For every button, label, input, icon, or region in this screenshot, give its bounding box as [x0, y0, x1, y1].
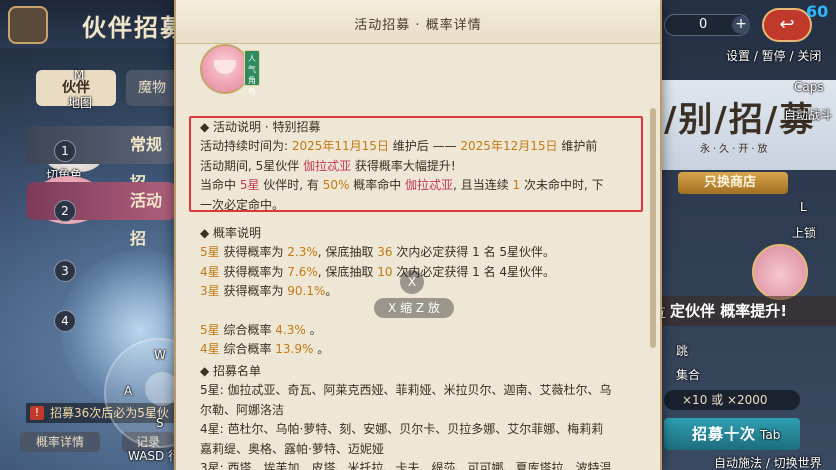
roster-line: 3星: 西塔、埃芙加、皮塔、米托拉、卡夫、缇莎、可可娜、夏库塔拉、波特温 — [200, 461, 612, 470]
text: 获得概率大幅提升! — [351, 158, 456, 173]
rate-detail-button[interactable]: 概率详情 — [20, 432, 100, 452]
list-number: 1 — [54, 140, 76, 162]
cost-display: ×10 或 ×2000 — [664, 390, 800, 410]
percent-value: 90.1% — [287, 284, 326, 299]
jump-hint[interactable]: 跳 — [676, 342, 688, 359]
star-tier: 3星 — [200, 284, 220, 299]
count-value: 1 — [512, 178, 521, 193]
text: 次内必定获得 1 名 5星伙伴。 — [392, 245, 556, 260]
gather-hint[interactable]: 集合 — [676, 366, 700, 383]
text: 维护后 —— — [388, 139, 461, 154]
tab-hint: Tab — [760, 428, 781, 442]
section-heading: ◆ 概率说明 — [200, 226, 262, 240]
star-tier: 4星 — [200, 342, 220, 357]
percent-value: 2.3% — [287, 245, 318, 260]
add-currency-button[interactable]: + — [732, 16, 750, 34]
key-hint-a: A — [124, 384, 133, 398]
exchange-shop-button[interactable]: 只换商店 — [678, 172, 788, 194]
dialog-header: 活动招募 · 概率详情 — [176, 0, 660, 44]
list-number: 2 — [54, 200, 76, 222]
guarantee-line-cont: 一次必定命中。 — [200, 197, 285, 212]
text: 获得概率为 — [219, 245, 288, 260]
combined-row: 4星 综合概率 13.9% 。 — [200, 340, 640, 359]
text: 次未命中时, 下 — [520, 178, 604, 193]
zoom-hint: X 缩 Z 放 — [374, 298, 454, 318]
section-heading: ◆ 招募名单 — [200, 364, 262, 378]
page-title: 伙伴招募 — [82, 14, 186, 42]
rate-up-banner: 定伙伴 概率提升! — [660, 296, 836, 326]
combined-row: 5星 综合概率 4.3% 。 — [200, 321, 640, 340]
list-number[interactable]: 4 — [54, 310, 76, 332]
text: 活动期间, 5星伙伴 — [200, 158, 304, 173]
roster-line: 4星: 芭杜尔、乌帕·萝特、刻、安娜、贝尔卡、贝拉多娜、艾尔菲娜、梅莉莉 — [200, 422, 604, 437]
star-tier: 5星 — [200, 322, 220, 337]
text: 获得概率为 — [219, 284, 288, 299]
lock-hint[interactable]: 上锁 — [792, 224, 816, 241]
auto-battle-hint[interactable]: 自动战斗 — [784, 106, 832, 123]
featured-name: 伽拉忒亚 — [303, 158, 352, 173]
text: 。 — [305, 322, 322, 337]
text: 活动持续时间为: — [200, 139, 292, 154]
back-button[interactable] — [8, 6, 48, 44]
count-value: 36 — [377, 245, 393, 260]
rate-detail-dialog: 活动招募 · 概率详情 人气角色 ◆ 活动说明 · 特别招募 活动持续时间为: … — [174, 0, 662, 470]
text: 当命中 — [200, 178, 240, 193]
text: 。 — [313, 342, 330, 357]
guarantee-line: 当命中 5星 伙伴时, 有 50% 概率命中 伽拉忒亚, 且当连续 1 次未命中… — [200, 176, 640, 195]
count-value: 10 — [377, 264, 393, 279]
menu-links[interactable]: 设置 / 暂停 / 关闭 — [726, 47, 821, 64]
roster-section: ◆ 招募名单 5星: 伽拉忒亚、奇瓦、阿莱克西娅、菲莉娅、米拉贝尔、迦南、艾薇杜… — [200, 362, 640, 470]
probability-section: ◆ 概率说明 5星 获得概率为 2.3%, 保底抽取 36 次内必定获得 1 名… — [200, 224, 640, 359]
text: , 保底抽取 — [317, 245, 378, 260]
auto-cast-hint[interactable]: 自动施法 / 切换世界 — [714, 454, 822, 470]
key-hint-w: W — [154, 348, 166, 362]
key-hint-m: M — [74, 68, 85, 82]
map-hint: 地图 — [68, 96, 93, 110]
section-heading: ◆ 活动说明 · 特别招募 — [200, 120, 321, 134]
percent-value: 4.3% — [275, 322, 306, 337]
text: 概率命中 — [349, 178, 406, 193]
percent-value: 13.9% — [275, 342, 314, 357]
roster-line: 5星: 伽拉忒亚、奇瓦、阿莱克西娅、菲莉娅、米拉贝尔、迦南、艾薇杜尔、乌 — [200, 383, 612, 398]
roster-line: 嘉莉缇、奥格、露帕·萝特、迈妮娅 — [200, 441, 384, 456]
start-date: 2025年11月15日 — [291, 139, 389, 154]
dialog-scrollbar[interactable] — [650, 108, 656, 348]
return-button[interactable]: ↩ — [762, 8, 812, 42]
list-item-event-recruit[interactable]: 活动招 — [26, 182, 176, 248]
event-section: ◆ 活动说明 · 特别招募 活动持续时间为: 2025年11月15日 维护后 —… — [200, 118, 640, 215]
star-tier: 4星 — [200, 264, 220, 279]
percent-value: 7.6% — [287, 264, 318, 279]
text: 维护前 — [557, 139, 598, 154]
dialog-content: ◆ 活动说明 · 特别招募 活动持续时间为: 2025年11月15日 维护后 —… — [200, 118, 640, 470]
featured-partner-avatar — [752, 244, 808, 300]
text: , 保底抽取 — [317, 264, 378, 279]
rate-row: 5星 获得概率为 2.3%, 保底抽取 36 次内必定获得 1 名 5星伙伴。 — [200, 243, 640, 262]
list-item-regular-recruit[interactable]: 常规招 — [26, 126, 176, 192]
key-hint-l: L — [800, 200, 807, 214]
popular-tag-badge: 人气角色 — [244, 50, 260, 96]
key-hint-x: X — [400, 270, 424, 294]
text: , 且当连续 — [453, 178, 513, 193]
key-hint-s: S — [156, 416, 164, 430]
text: 获得概率为 — [219, 264, 288, 279]
list-number[interactable]: 3 — [54, 260, 76, 282]
percent-value: 50% — [322, 178, 350, 193]
end-date: 2025年12月15日 — [460, 139, 558, 154]
roster-line: 尔勒、阿娜洛洁 — [200, 402, 285, 417]
event-duration-line: 活动持续时间为: 2025年11月15日 维护后 —— 2025年12月15日 … — [200, 137, 640, 156]
rate-up-line: 活动期间, 5星伙伴 伽拉忒亚 获得概率大幅提升! — [200, 157, 640, 176]
star-tier: 5星 — [200, 245, 220, 260]
text: 综合概率 — [219, 322, 276, 337]
featured-name: 伽拉忒亚 — [405, 178, 454, 193]
warning-icon: ! — [30, 406, 44, 420]
text: 综合概率 — [219, 342, 276, 357]
text: 。 — [325, 284, 338, 299]
fps-counter: 60 — [806, 2, 829, 21]
star-tier: 5星 — [239, 178, 260, 193]
dialog-title: 活动招募 · 概率详情 — [354, 18, 482, 33]
banner-subtitle: 永·久·开·放 — [700, 144, 771, 155]
text: 伙伴时, 有 — [259, 178, 323, 193]
